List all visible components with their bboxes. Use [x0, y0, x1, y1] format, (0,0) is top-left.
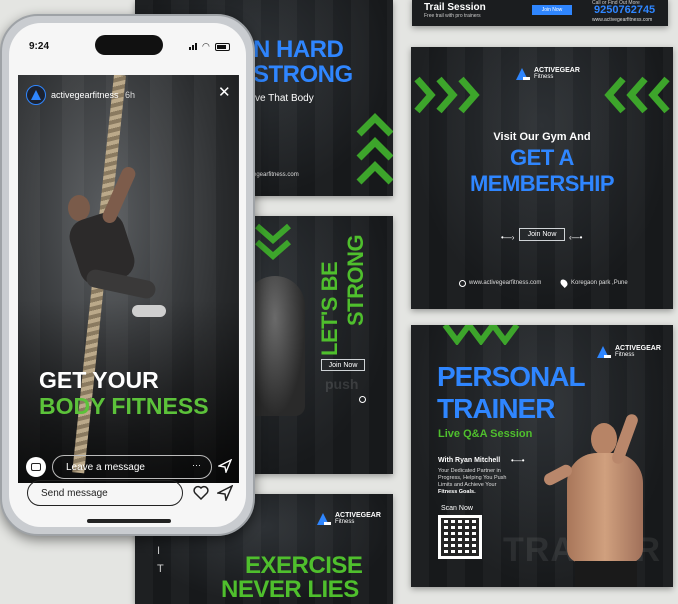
brand-logo-icon — [516, 67, 530, 80]
trainer-line1: PERSONAL — [437, 361, 586, 392]
globe-icon — [459, 280, 466, 287]
story-message-placeholder: Leave a message — [66, 461, 145, 473]
story-avatar[interactable] — [26, 85, 46, 105]
story-message-input[interactable]: Leave a message ··· — [52, 455, 212, 479]
membership-line2: MEMBERSHIP — [469, 171, 615, 196]
trainer-desc-4: Fitness Goals. — [438, 489, 476, 495]
trainer-brand-sub: Fitness — [615, 352, 635, 358]
trainer-desc-2: Progress, Helping You Push — [438, 475, 507, 481]
signal-icon — [189, 43, 197, 50]
membership-web: www.activegearfitness.com — [469, 280, 542, 286]
dynamic-island — [95, 35, 163, 55]
athlete-figure — [56, 155, 176, 335]
chevron-up-icon — [356, 113, 393, 185]
trainer-scan: Scan Now — [441, 505, 473, 512]
battery-icon — [215, 43, 230, 51]
story-headline-2: BODY FITNESS — [39, 393, 209, 419]
exercise-brand: ACTIVEGEAR — [335, 512, 381, 519]
story-headline-1: GET YOUR — [39, 367, 159, 393]
send-message-placeholder: Send message — [41, 487, 108, 499]
membership-brand: ACTIVEGEAR — [534, 67, 580, 74]
trainer-sub: Live Q&A Session — [438, 428, 533, 440]
post-personal-trainer: ACTIVEGEAR Fitness PERSONAL TRAINER Live … — [411, 325, 673, 587]
story-age: 6h — [125, 90, 136, 100]
paper-plane-icon[interactable] — [217, 485, 233, 501]
trainer-photo — [541, 412, 659, 587]
chevrons-top-icon — [442, 325, 520, 345]
dot-arrow-icon: •—• — [511, 456, 525, 465]
trainer-logo: ACTIVEGEAR Fitness — [597, 345, 661, 358]
trainer-line2: TRAINER — [437, 393, 555, 424]
send-message-input[interactable]: Send message — [27, 480, 183, 506]
scroll-dot-icon — [359, 396, 366, 403]
trainer-desc-3: Limits and Achieve Your — [438, 482, 497, 488]
story-account[interactable]: activegearfitness — [51, 90, 119, 100]
story-view[interactable]: activegearfitness 6h ✕ GET YOUR BODY FIT… — [18, 75, 239, 483]
arrow-right-deco-icon: ‹—• — [569, 233, 583, 242]
brand-logo-icon — [597, 345, 611, 358]
trail-phone: 9250762745 — [594, 4, 656, 16]
train-hard-web: egearfitness.com — [253, 172, 299, 178]
membership-join-button[interactable]: Join Now — [519, 228, 565, 241]
trail-join-button[interactable]: Join Now — [532, 5, 572, 15]
membership-logo: ACTIVEGEAR Fitness — [516, 67, 580, 80]
trainer-with: With Ryan Mitchell — [438, 457, 501, 464]
strong-line1: LET'S BE — [317, 261, 342, 356]
trail-web: www.activegearfitness.com — [592, 17, 653, 23]
send-icon[interactable] — [218, 459, 232, 473]
membership-line1: GET A — [510, 145, 574, 170]
chevron-down-icon — [255, 223, 291, 260]
exercise-side-text: I T — [157, 545, 164, 575]
train-hard-line2: STRONG — [253, 61, 353, 88]
trail-title: Trail Session — [424, 2, 486, 13]
train-hard-line1: N HARD — [253, 36, 344, 63]
exercise-line2: NEVER LIES — [221, 576, 359, 603]
heart-icon[interactable] — [193, 485, 209, 500]
strong-join-button[interactable]: Join Now — [321, 359, 365, 371]
camera-icon[interactable] — [26, 457, 46, 477]
chevrons-left-icon — [604, 76, 670, 114]
more-icon[interactable]: ··· — [192, 460, 201, 470]
arrow-left-deco-icon: •—› — [501, 233, 515, 242]
phone-mockup: 9:24 ◠ activegearfitness 6h ✕ GET YOUR B… — [0, 14, 255, 536]
membership-brand-sub: Fitness — [534, 74, 554, 80]
chevrons-right-icon — [414, 76, 480, 114]
post-trail-session: Trail Session Free trail with pro traine… — [412, 0, 668, 26]
membership-pre: Visit Our Gym And — [493, 131, 591, 143]
wifi-icon: ◠ — [202, 41, 210, 51]
exercise-line1: EXERCISE — [245, 552, 363, 579]
phone-screen: 9:24 ◠ activegearfitness 6h ✕ GET YOUR B… — [9, 23, 246, 527]
trainer-brand: ACTIVEGEAR — [615, 345, 661, 352]
post-membership: ACTIVEGEAR Fitness Visit Our Gym And GET … — [411, 47, 673, 309]
membership-location: Koregaon park ,Pune — [571, 280, 628, 286]
exercise-brand-sub: Fitness — [335, 519, 355, 525]
trail-subtitle: Free trail with pro trainers — [424, 13, 481, 19]
home-indicator — [87, 519, 171, 523]
strong-bg-text: push — [325, 376, 359, 392]
trainer-desc-1: Your Dedicated Partner in — [438, 468, 501, 474]
status-time: 9:24 — [29, 41, 50, 52]
train-hard-sub: ve That Body — [255, 93, 314, 104]
qr-code-icon[interactable] — [438, 515, 482, 559]
close-icon[interactable]: ✕ — [218, 85, 231, 100]
brand-logo-icon — [317, 512, 331, 525]
exercise-logo: ACTIVEGEAR Fitness — [317, 512, 381, 525]
strong-line2: STRONG — [343, 234, 368, 326]
